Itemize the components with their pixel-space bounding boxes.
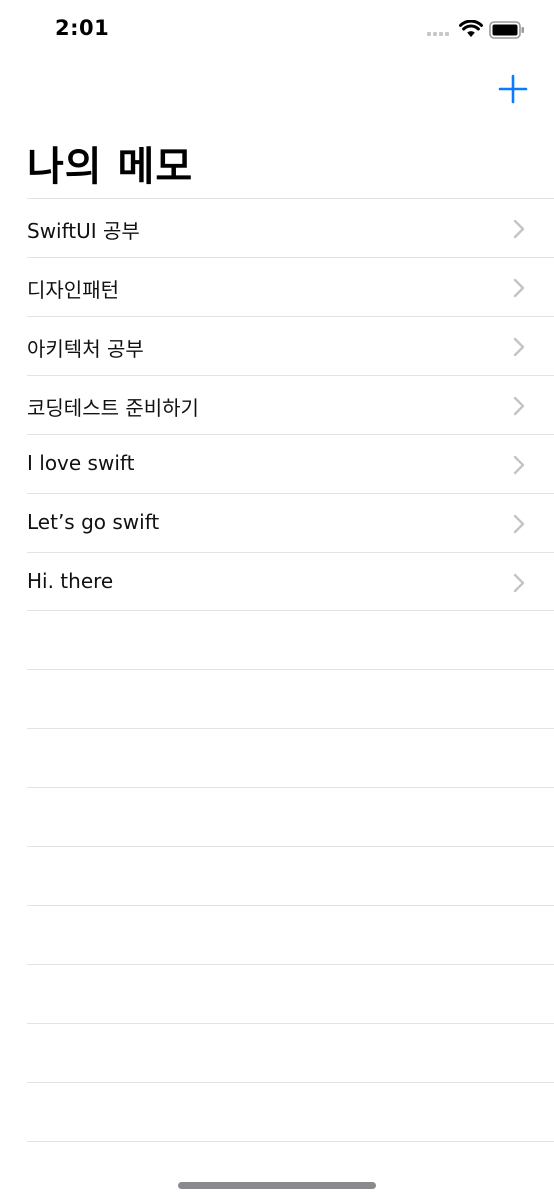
memo-title: 아키텍처 공부: [27, 337, 144, 361]
memo-title: Hi. there: [27, 569, 114, 593]
memo-title: 코딩테스트 준비하기: [27, 396, 199, 420]
memo-row[interactable]: 디자인패턴: [27, 257, 554, 316]
row-separator: [27, 964, 554, 1023]
memo-list: SwiftUI 공부 디자인패턴 아키텍처 공부 코딩테스트 준비하기 I lo…: [0, 198, 554, 611]
memo-row[interactable]: SwiftUI 공부: [27, 198, 554, 257]
chevron-right-icon: [513, 219, 525, 239]
memo-row[interactable]: I love swift: [27, 434, 554, 493]
cellular-signal-icon: [427, 32, 451, 38]
chevron-right-icon: [513, 573, 525, 593]
empty-list-area: [0, 610, 554, 1200]
row-separator: [27, 610, 554, 669]
memo-title: Let’s go swift: [27, 510, 160, 534]
memo-row[interactable]: Hi. there: [27, 552, 554, 611]
row-separator: [27, 1023, 554, 1082]
memo-title: SwiftUI 공부: [27, 219, 140, 243]
chevron-right-icon: [513, 514, 525, 534]
page-title: 나의 메모: [27, 144, 194, 190]
row-separator: [27, 846, 554, 905]
row-separator: [27, 1141, 554, 1200]
memo-row[interactable]: 코딩테스트 준비하기: [27, 375, 554, 434]
row-separator: [27, 728, 554, 787]
home-indicator[interactable]: [178, 1182, 376, 1189]
memo-row[interactable]: Let’s go swift: [27, 493, 554, 552]
chevron-right-icon: [513, 455, 525, 475]
memo-title: I love swift: [27, 451, 135, 475]
row-separator: [27, 787, 554, 846]
memo-row[interactable]: 아키텍처 공부: [27, 316, 554, 375]
chevron-right-icon: [513, 337, 525, 357]
row-separator: [27, 669, 554, 728]
status-bar: 2:01: [0, 0, 554, 60]
wifi-icon: [459, 20, 483, 37]
battery-icon: [489, 21, 524, 39]
status-time: 2:01: [55, 16, 110, 40]
memo-title: 디자인패턴: [27, 278, 119, 302]
row-separator: [27, 905, 554, 964]
navigation-bar: [0, 60, 554, 120]
chevron-right-icon: [513, 278, 525, 298]
add-memo-button[interactable]: [496, 72, 530, 106]
row-separator: [27, 1082, 554, 1141]
chevron-right-icon: [513, 396, 525, 416]
plus-icon: [498, 74, 528, 104]
